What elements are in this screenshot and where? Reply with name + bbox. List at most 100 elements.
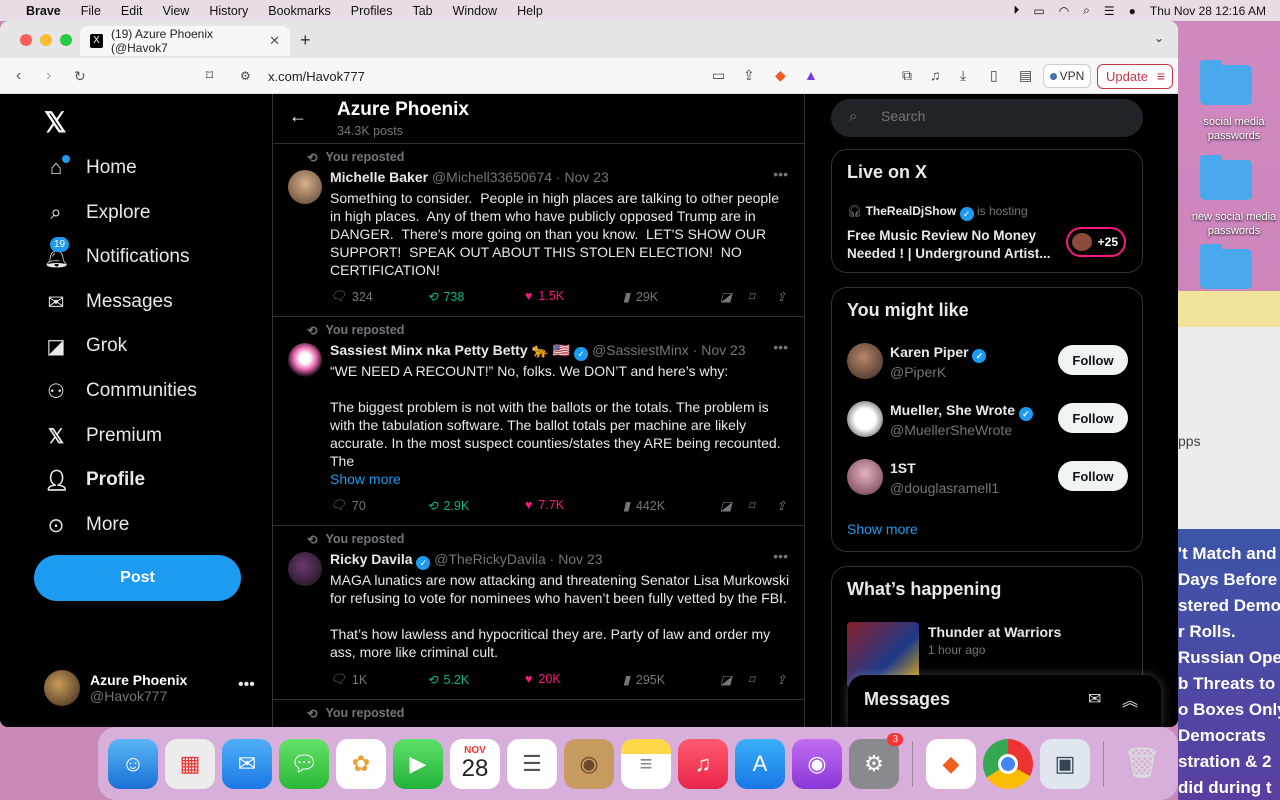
author-handle[interactable]: @Michell33650674 [432,169,552,185]
repost-button[interactable]: ⟲ 2.9K [427,498,469,514]
reply-button[interactable]: 🗨︎ 70 [330,498,366,513]
menu-file[interactable]: File [81,4,101,18]
space-listeners-pill[interactable]: +25 [1066,227,1126,257]
follow-button[interactable]: Follow [1058,345,1128,375]
tweet[interactable]: ⟲ You reposted Michelle Baker @Michell336… [273,144,804,317]
folder-label[interactable]: social media passwords [1186,115,1280,143]
messages-drawer[interactable]: Messages ✉ ︽ [848,675,1161,727]
extensions-icon[interactable]: ⧉ [902,67,912,84]
tweet-date[interactable]: Nov 23 [558,551,602,567]
author-name[interactable]: Ricky Davila [330,551,413,567]
follow-button[interactable]: Follow [1058,403,1128,433]
author-name[interactable]: Sassiest Minx nka Petty Betty 🐆 🇺🇸 [330,342,570,358]
author-handle[interactable]: @SassiestMinx [592,342,689,358]
search-input[interactable] [881,108,1121,124]
grok-button[interactable]: ◪ [720,498,732,513]
tweet[interactable]: ⟲ You reposted Ricky Davila ✓ @TheRickyDa… [273,526,804,700]
trend-title[interactable]: Thunder at Warriors [928,624,1061,640]
like-button[interactable]: ♥ 7.7K [525,498,564,512]
menu-help[interactable]: Help [517,4,543,18]
avatar[interactable] [288,552,322,586]
music-icon[interactable]: ♫ [930,67,941,83]
share-button[interactable]: ⇪ [776,498,786,513]
play-icon[interactable]: ⏵ [1013,3,1019,18]
more-dots-icon[interactable]: ••• [773,548,788,564]
more-dots-icon[interactable]: ••• [773,339,788,355]
menu-tab[interactable]: Tab [412,4,432,18]
messages-icon[interactable]: 💬︎ [279,738,329,789]
close-window-button[interactable] [20,34,32,46]
menu-history[interactable]: History [209,4,248,18]
menu-view[interactable]: View [162,4,189,18]
brave-shields-icon[interactable]: ◆ [775,67,786,84]
podcasts-icon[interactable]: ◉ [792,738,842,789]
menu-app-name[interactable]: Brave [26,4,61,18]
reply-button[interactable]: 🗨︎ 1K [330,672,367,687]
nav-premium[interactable]: 𝕏 Premium [44,421,162,451]
close-tab-icon[interactable]: ✕ [269,33,280,49]
share-button[interactable]: ⇪ [776,672,786,687]
tab-list-chevron-icon[interactable]: ⌄ [1154,31,1164,45]
control-center-icon[interactable]: ☰ [1104,4,1115,18]
more-dots-icon[interactable]: ••• [773,166,788,182]
battery-icon[interactable]: ▭ [1033,4,1044,18]
bookmark-button[interactable]: ⌑ [748,289,754,304]
launchpad-icon[interactable]: ▦ [165,738,215,789]
grok-button[interactable]: ◪ [720,289,732,304]
menubar-clock[interactable]: Thu Nov 28 12:16 AM [1150,4,1266,18]
nav-profile[interactable]: 👤︎ Profile [44,465,145,495]
account-switcher[interactable]: Azure Phoenix @Havok777 ••• [44,670,255,706]
nav-notifications[interactable]: 🔔︎ 19 Notifications [44,236,190,272]
siri-icon[interactable]: ● [1129,4,1136,18]
mail-icon[interactable]: ✉ [222,738,272,789]
tweet-date[interactable]: Nov 23 [564,169,608,185]
bookmark-button[interactable]: ⌑ [748,498,754,513]
reload-button[interactable]: ↻ [74,68,86,85]
folder-icon[interactable] [1200,155,1252,200]
folder-icon[interactable] [1200,244,1252,289]
suggested-user[interactable]: 1ST @douglasramell1 Follow [847,459,1129,499]
space-host[interactable]: 🎧︎ TheRealDjShow ✓ is hosting [847,204,1028,221]
repost-button[interactable]: ⟲ 5.2K [427,672,469,688]
nav-communities[interactable]: ⚇ Communities [44,376,197,406]
x-logo-icon[interactable]: 𝕏 [44,106,67,139]
search-box[interactable]: ⌕ [831,99,1143,137]
forward-button[interactable]: › [46,67,51,85]
space-title[interactable]: Free Music Review No Money Needed ! | Un… [847,227,1057,263]
views-button[interactable]: ▮ 295K [623,672,665,688]
nav-grok[interactable]: ◪ Grok [44,331,128,361]
menu-bookmarks[interactable]: Bookmarks [268,4,331,18]
download-icon[interactable]: ⤓ [960,67,966,84]
facetime-icon[interactable]: ▶ [393,738,443,789]
menu-profiles[interactable]: Profiles [351,4,393,18]
views-button[interactable]: ▮ 442K [623,498,665,514]
follow-button[interactable]: Follow [1058,461,1128,491]
reminders-icon[interactable]: ☰ [507,738,557,789]
sidebar-icon[interactable]: ▯ [990,67,998,84]
music-icon[interactable]: ♫ [678,738,728,789]
wifi-icon[interactable]: ◠ [1059,4,1069,18]
nav-messages[interactable]: ✉ Messages [44,287,173,317]
search-icon[interactable]: ⌕ [1083,3,1090,18]
grok-button[interactable]: ◪ [720,672,732,687]
minimize-window-button[interactable] [40,34,52,46]
like-button[interactable]: ♥ 20K [525,672,561,686]
reply-button[interactable]: 🗨︎ 324 [330,289,373,304]
suggested-user[interactable]: Karen Piper ✓ @PiperK Follow [847,343,1129,383]
photos-icon[interactable]: ✿ [336,738,386,789]
site-settings-icon[interactable]: ⚙ [240,69,251,83]
menu-window[interactable]: Window [453,4,497,18]
zoom-window-button[interactable] [60,34,72,46]
folder-label[interactable]: new social media passwords [1186,210,1280,238]
avatar[interactable] [288,343,322,377]
avatar[interactable] [847,343,883,379]
new-tab-button[interactable]: + [300,30,311,51]
back-arrow-icon[interactable]: ← [289,106,307,127]
like-button[interactable]: ♥ 1.5K [525,289,564,303]
update-button[interactable]: Update ≡ [1097,64,1173,89]
calendar-icon[interactable]: NOV 28 [450,738,500,789]
views-button[interactable]: ▮ 29K [623,289,658,305]
tweet[interactable]: ⟲ You reposted Sassiest Minx nka Petty Be… [273,317,804,526]
tweet-date[interactable]: Nov 23 [701,342,745,358]
brave-rewards-icon[interactable]: ▲ [804,67,818,83]
